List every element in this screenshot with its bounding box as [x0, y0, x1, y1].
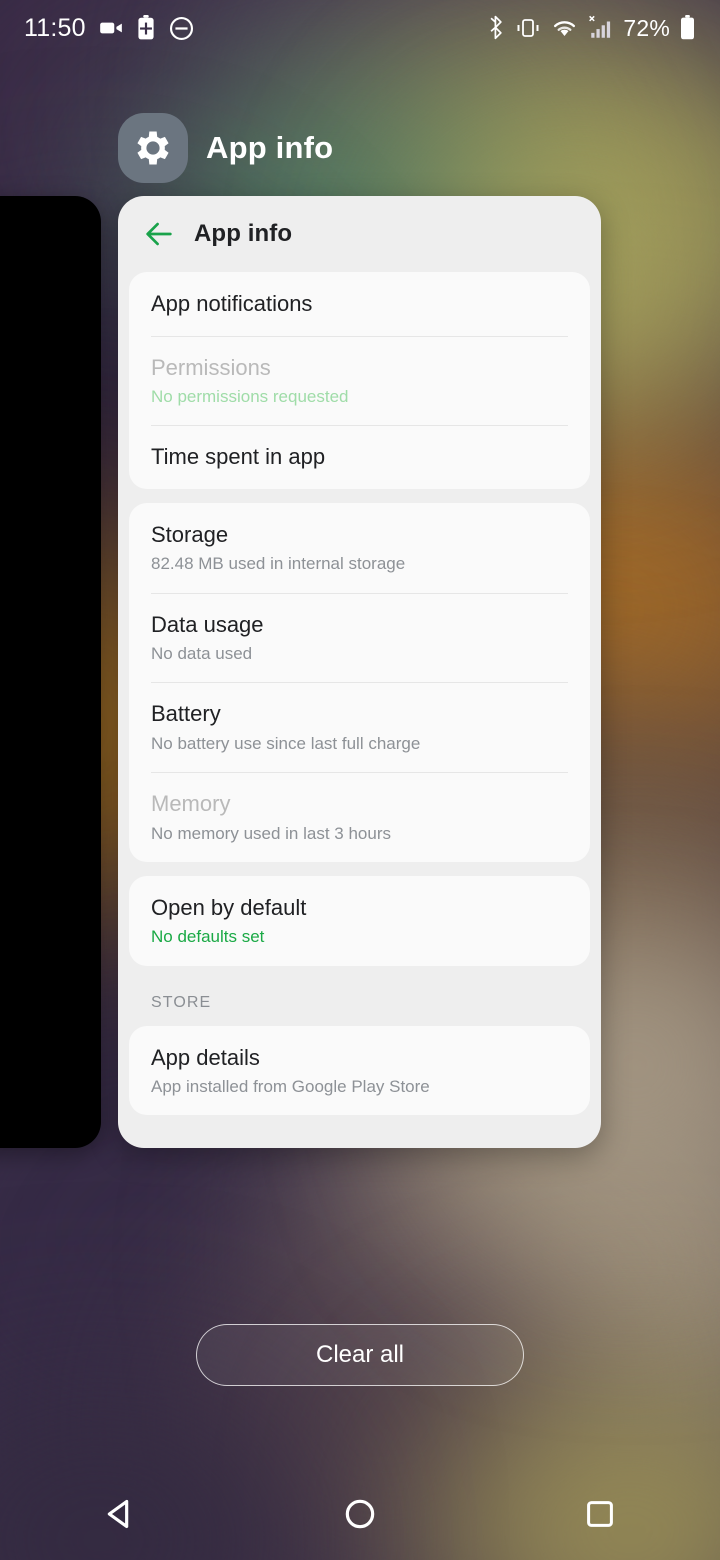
list-item-subtitle: No defaults set	[151, 927, 265, 947]
list-item-title: Battery	[151, 701, 221, 727]
bluetooth-icon	[487, 15, 506, 41]
list-item-open-by-default[interactable]: Open by default No defaults set	[129, 876, 590, 966]
back-triangle-icon	[107, 1499, 129, 1529]
list-item-app-details[interactable]: App details App installed from Google Pl…	[129, 1026, 590, 1116]
wifi-icon	[550, 16, 579, 40]
battery-percent-label: 72%	[623, 14, 670, 41]
list-item-app-notifications[interactable]: App notifications	[129, 272, 590, 336]
clear-all-label: Clear all	[315, 1341, 405, 1368]
list-item-subtitle: No memory used in last 3 hours	[151, 823, 391, 843]
list-item-title: Permissions	[151, 354, 271, 380]
battery-saver-icon	[136, 15, 156, 41]
card-toolbar: App info	[118, 196, 601, 272]
nav-back-button[interactable]	[0, 1494, 240, 1534]
settings-group: App details App installed from Google Pl…	[129, 1025, 590, 1116]
do-not-disturb-icon	[168, 15, 195, 42]
list-item-subtitle: 82.48 MB used in internal storage	[151, 554, 406, 574]
home-circle-icon	[345, 1499, 375, 1529]
settings-group: Storage 82.48 MB used in internal storag…	[129, 502, 590, 862]
list-item-memory[interactable]: Memory No memory used in last 3 hours	[129, 772, 590, 862]
list-item-title: Data usage	[151, 611, 264, 637]
section-header-store: STORE	[151, 993, 212, 1011]
list-item-data-usage[interactable]: Data usage No data used	[129, 592, 590, 683]
list-item-title: Memory	[151, 791, 231, 816]
recents-card-previous[interactable]	[0, 196, 101, 1148]
cellular-signal-no-service-icon	[588, 15, 614, 41]
card-title: App info	[194, 220, 293, 247]
status-bar-left: 11:50	[24, 14, 195, 43]
list-item-storage[interactable]: Storage 82.48 MB used in internal storag…	[129, 503, 590, 593]
gear-icon[interactable]	[118, 113, 188, 183]
list-item-time-spent-in-app[interactable]: Time spent in app	[129, 425, 590, 489]
status-clock: 11:50	[24, 13, 86, 42]
nav-home-button[interactable]	[240, 1494, 480, 1534]
back-arrow-icon[interactable]	[142, 217, 176, 251]
settings-group: Open by default No defaults set	[129, 875, 590, 966]
list-item-title: Storage	[151, 521, 229, 547]
video-camera-icon	[98, 15, 124, 41]
recents-square-icon	[587, 1501, 613, 1527]
list-item-subtitle: No battery use since last full charge	[151, 733, 421, 753]
status-bar: 11:50 72%	[0, 0, 720, 56]
list-item-title: App details	[151, 1044, 260, 1070]
navigation-bar	[0, 1468, 720, 1560]
list-item-permissions[interactable]: Permissions No permissions requested	[129, 335, 590, 426]
recents-app-label: App info	[206, 130, 334, 165]
list-item-title: App notifications	[151, 291, 313, 316]
list-item-title: Time spent in app	[151, 444, 326, 470]
recents-app-header[interactable]: App info	[118, 113, 333, 183]
list-item-subtitle: No permissions requested	[151, 387, 349, 406]
list-item-subtitle: App installed from Google Play Store	[151, 1077, 430, 1096]
list-item-battery[interactable]: Battery No battery use since last full c…	[129, 682, 590, 772]
nav-recents-button[interactable]	[480, 1495, 720, 1533]
recents-card-app-info[interactable]: App info App notifications Permissions N…	[118, 196, 601, 1148]
clear-all-button[interactable]: Clear all	[196, 1324, 524, 1386]
status-bar-right: 72%	[487, 15, 696, 42]
settings-group: App notifications Permissions No permiss…	[129, 272, 590, 489]
battery-icon	[679, 15, 696, 41]
list-item-title: Open by default	[151, 894, 307, 920]
list-item-subtitle: No data used	[151, 644, 253, 663]
version-label: version 1.4.4	[118, 1129, 601, 1148]
vibrate-icon	[515, 15, 541, 41]
